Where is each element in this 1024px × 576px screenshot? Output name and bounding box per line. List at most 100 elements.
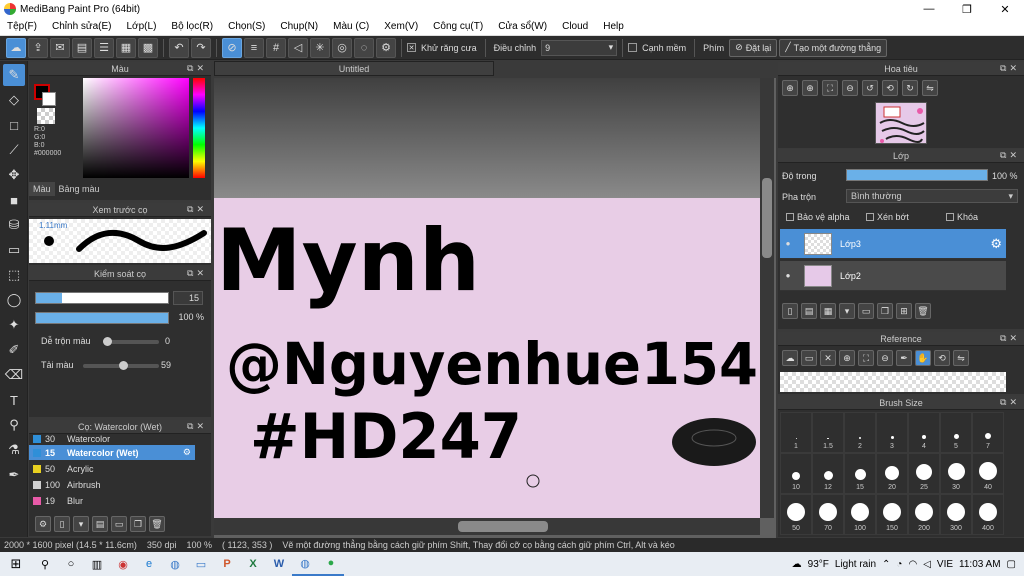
brush-size-option[interactable]: 4: [908, 412, 940, 453]
brush-size-option[interactable]: 1: [780, 412, 812, 453]
rectangle-tool-icon[interactable]: □: [3, 114, 25, 136]
zoom-out-icon[interactable]: ⊖: [877, 350, 893, 366]
tab-color[interactable]: Màu: [29, 182, 55, 196]
radial-snap-icon[interactable]: ✳: [310, 37, 330, 58]
clock[interactable]: 11:03 AM: [959, 559, 1001, 570]
eyedropper-icon[interactable]: ✒: [896, 350, 912, 366]
redo-icon[interactable]: ↷: [191, 37, 211, 58]
brush-settings-icon[interactable]: ⚙: [35, 516, 51, 532]
flip-icon[interactable]: ⇋: [922, 80, 938, 96]
copy-brush-icon[interactable]: ▤: [92, 516, 108, 532]
select-tool-icon[interactable]: ⬚: [3, 264, 25, 286]
brush-size-option[interactable]: 200: [908, 494, 940, 535]
flip-icon[interactable]: ⇋: [953, 350, 969, 366]
menu-file[interactable]: Tệp(F): [0, 21, 45, 32]
search-icon[interactable]: ⚲: [32, 552, 58, 576]
notification-icon[interactable]: ▢: [1007, 559, 1016, 570]
edge-browser-icon[interactable]: e: [136, 552, 162, 576]
brush-size-option[interactable]: 70: [812, 494, 844, 535]
scroll-thumb[interactable]: [458, 521, 548, 532]
brush-item[interactable]: 50 Acrylic: [29, 461, 195, 476]
brush-opacity-slider[interactable]: [35, 312, 169, 324]
panel-controls-icon[interactable]: ⧉✕: [187, 204, 207, 215]
close-icon[interactable]: ✕: [820, 350, 836, 366]
panel-controls-icon[interactable]: ⧉✕: [1000, 333, 1020, 344]
brush-size-option[interactable]: 40: [972, 453, 1004, 494]
brush-item-active[interactable]: 15 Watercolor (Wet) ⚙: [29, 445, 195, 460]
magic-wand-tool-icon[interactable]: ✦: [3, 314, 25, 336]
minimize-icon[interactable]: —: [910, 0, 948, 18]
panel-controls-icon[interactable]: ⧉✕: [1000, 63, 1020, 74]
navigator-thumbnail[interactable]: [875, 102, 927, 144]
layer-row[interactable]: ● Lớp2: [780, 261, 1006, 291]
hue-slider[interactable]: [193, 78, 205, 178]
blend-slider-knob[interactable]: [103, 337, 112, 346]
add-brush-icon[interactable]: ▾: [73, 516, 89, 532]
copy-layer-icon[interactable]: ▦: [820, 303, 836, 319]
dropper-tool-icon[interactable]: ⚗: [3, 439, 25, 461]
cortana-icon[interactable]: ○: [58, 552, 84, 576]
panel-icon[interactable]: ▤: [72, 37, 92, 58]
brush-size-option[interactable]: 3: [876, 412, 908, 453]
gradient-tool-icon[interactable]: ▭: [3, 239, 25, 261]
language-indicator[interactable]: VIE: [937, 559, 953, 570]
brush-size-option[interactable]: 300: [940, 494, 972, 535]
panel-controls-icon[interactable]: ⧉✕: [1000, 397, 1020, 408]
add-layer-menu-icon[interactable]: ▾: [839, 303, 855, 319]
duplicate-icon[interactable]: ❐: [130, 516, 146, 532]
fit-icon[interactable]: ⛶: [822, 80, 838, 96]
transparent-swatch[interactable]: [37, 108, 55, 124]
rotate-reset-icon[interactable]: ⟲: [882, 80, 898, 96]
brush-size-option[interactable]: 5: [940, 412, 972, 453]
folder-icon[interactable]: ▭: [111, 516, 127, 532]
brush-size-option[interactable]: 25: [908, 453, 940, 494]
text-tool-icon[interactable]: T: [3, 389, 25, 411]
new-layer-icon[interactable]: ▯: [782, 303, 798, 319]
panel-controls-icon[interactable]: ⧉✕: [1000, 150, 1020, 161]
menu-filter[interactable]: Bộ lọc(R): [164, 21, 221, 32]
grid-snap-icon[interactable]: #: [266, 37, 286, 58]
soft-edge-checkbox[interactable]: [628, 43, 638, 52]
volume-icon[interactable]: ◁: [923, 559, 931, 570]
rotate-left-icon[interactable]: ↺: [862, 80, 878, 96]
menu-tools[interactable]: Công cụ(T): [426, 21, 491, 32]
bucket-tool-icon[interactable]: ⛁: [3, 214, 25, 236]
network-icon[interactable]: ◔: [896, 559, 902, 570]
trash-icon[interactable]: 🗑: [915, 303, 931, 319]
fit-icon[interactable]: ⛶: [858, 350, 874, 366]
medibang-taskbar-icon[interactable]: ●: [318, 552, 344, 576]
brush-size-option[interactable]: 2: [844, 412, 876, 453]
rotate-right-icon[interactable]: ↻: [902, 80, 918, 96]
brush-size-option[interactable]: 30: [940, 453, 972, 494]
protect-alpha-checkbox[interactable]: Bảo vệ alpha: [786, 212, 850, 222]
panel-controls-icon[interactable]: ⧉✕: [187, 63, 207, 74]
brush-size-option[interactable]: 20: [876, 453, 908, 494]
new-brush-icon[interactable]: ▯: [54, 516, 70, 532]
panel-controls-icon[interactable]: ⧉✕: [187, 421, 207, 432]
brush-size-option[interactable]: 50: [780, 494, 812, 535]
folder-icon[interactable]: ▭: [858, 303, 874, 319]
perspective-snap-icon[interactable]: ◁: [288, 37, 308, 58]
brush-item[interactable]: 30 Watercolor: [29, 434, 195, 443]
settings-snap-icon[interactable]: ⚙: [376, 37, 396, 58]
menu-view[interactable]: Xem(V): [377, 21, 426, 32]
brush-size-option[interactable]: 10: [780, 453, 812, 494]
brush-size-option[interactable]: 12: [812, 453, 844, 494]
chrome-open-icon[interactable]: ◍: [292, 552, 318, 576]
visibility-eye-icon[interactable]: ●: [780, 239, 796, 248]
dot-tool-icon[interactable]: ⟋: [3, 139, 25, 161]
reset-button[interactable]: ⊘ Đặt lại: [729, 38, 778, 57]
hand-icon[interactable]: ✋: [915, 350, 931, 366]
brush-size-slider[interactable]: [35, 292, 169, 304]
select-pen-tool-icon[interactable]: ✐: [3, 339, 25, 361]
menu-edit[interactable]: Chỉnh sửa(E): [45, 21, 120, 32]
brush-size-option[interactable]: 15: [844, 453, 876, 494]
eyedropper-tool-icon[interactable]: ✒: [3, 464, 25, 486]
rotate-icon[interactable]: ⟲: [934, 350, 950, 366]
menu-layer[interactable]: Lớp(L): [120, 21, 165, 32]
wifi-icon[interactable]: ◠: [908, 559, 917, 570]
open-folder-icon[interactable]: ▭: [801, 350, 817, 366]
powerpoint-icon[interactable]: P: [214, 552, 240, 576]
clipping-checkbox[interactable]: Xén bớt: [866, 212, 909, 222]
saturation-value-picker[interactable]: [83, 78, 189, 178]
